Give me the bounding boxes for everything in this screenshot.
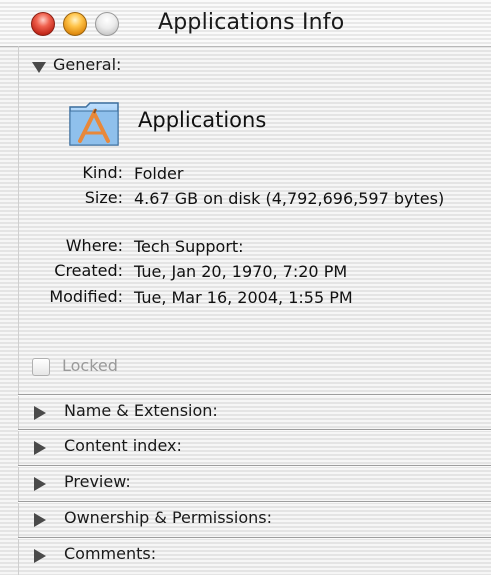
size-label: Size: — [84, 188, 123, 207]
disclosure-collapsed-icon[interactable] — [34, 406, 46, 420]
where-label: Where: — [65, 236, 123, 255]
kind-label: Kind: — [82, 163, 123, 182]
section-label: Comments: — [64, 544, 157, 563]
info-window: Applications Info General: Applications … — [0, 0, 491, 575]
modified-value: Tue, Mar 16, 2004, 1:55 PM — [134, 288, 353, 307]
section-label: Name & Extension: — [64, 401, 218, 420]
created-value: Tue, Jan 20, 1970, 7:20 PM — [134, 262, 348, 281]
section-label: Content index: — [64, 436, 182, 455]
section-label: Ownership & Permissions: — [64, 508, 272, 527]
where-value: Tech Support: — [134, 237, 244, 256]
section-divider — [18, 501, 491, 503]
section-divider — [18, 537, 491, 539]
disclosure-collapsed-icon[interactable] — [34, 477, 46, 491]
disclosure-collapsed-icon[interactable] — [34, 441, 46, 455]
size-value: 4.67 GB on disk (4,792,696,597 bytes) — [134, 189, 445, 208]
section-divider — [18, 465, 491, 467]
locked-checkbox[interactable] — [32, 358, 50, 376]
locked-label: Locked — [62, 356, 118, 375]
kind-value: Folder — [134, 164, 184, 183]
window-title: Applications Info — [158, 10, 345, 35]
disclosure-collapsed-icon[interactable] — [34, 513, 46, 527]
section-label: Preview: — [64, 472, 131, 491]
item-name: Applications — [138, 108, 267, 132]
disclosure-collapsed-icon[interactable] — [34, 549, 46, 563]
section-divider — [18, 394, 491, 396]
created-label: Created: — [54, 261, 123, 280]
modified-label: Modified: — [49, 287, 123, 306]
section-divider — [18, 429, 491, 431]
